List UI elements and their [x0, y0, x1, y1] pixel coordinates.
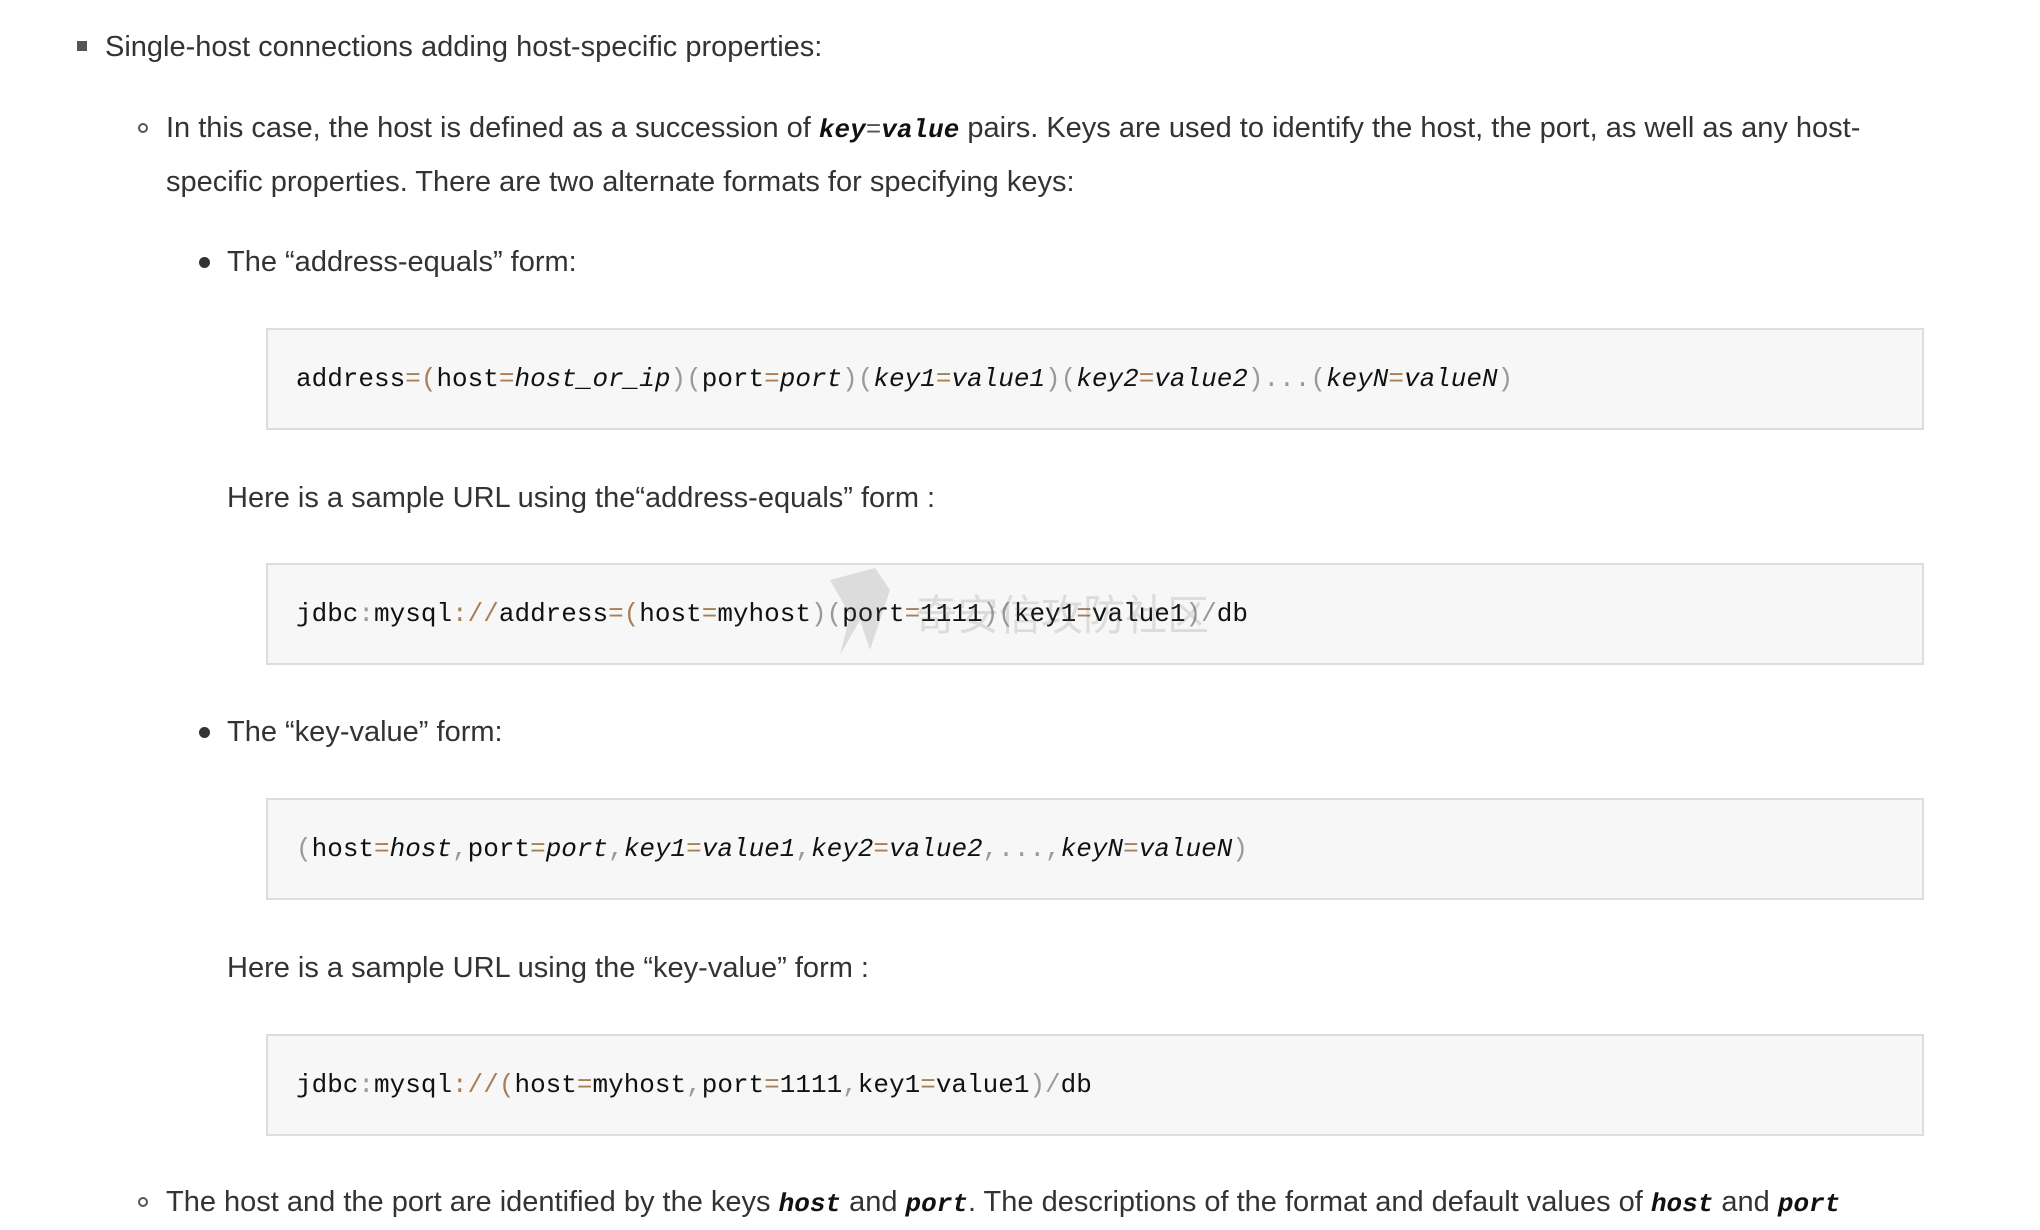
list-item-host-port-keys: The host and the port are identified by …	[166, 1186, 1841, 1219]
circle-bullet-icon	[138, 1197, 148, 1207]
square-bullet-icon	[77, 41, 87, 51]
list-item-address-equals: The “address-equals” form:	[227, 246, 577, 278]
code-block-key-value-syntax: (host=host,port=port,key1=value1,key2=va…	[266, 798, 1924, 900]
list-item-single-host: Single-host connections adding host-spec…	[105, 31, 823, 63]
disc-bullet-icon	[199, 727, 210, 738]
code-block-key-value-sample: jdbc:mysql://(host=myhost,port=1111,key1…	[266, 1034, 1924, 1136]
disc-bullet-icon	[199, 257, 210, 268]
inline-code-key-value: key=value	[818, 115, 960, 145]
code-block-address-equals-sample: jdbc:mysql://address=(host=myhost)(port=…	[266, 563, 1924, 665]
inline-code-host: host	[778, 1189, 842, 1219]
code-block-address-equals-syntax: address=(host=host_or_ip)(port=port)(key…	[266, 328, 1924, 430]
inline-code-port: port	[1777, 1189, 1841, 1219]
paragraph-key-value-sample: Here is a sample URL using the “key-valu…	[227, 952, 869, 984]
inline-code-port: port	[905, 1189, 968, 1219]
inline-code-host: host	[1650, 1189, 1714, 1219]
paragraph-address-sample: Here is a sample URL using the“address-e…	[227, 482, 936, 514]
list-item-case-description: In this case, the host is defined as a s…	[166, 112, 1861, 198]
list-item-key-value: The “key-value” form:	[227, 716, 503, 748]
circle-bullet-icon	[138, 123, 148, 133]
